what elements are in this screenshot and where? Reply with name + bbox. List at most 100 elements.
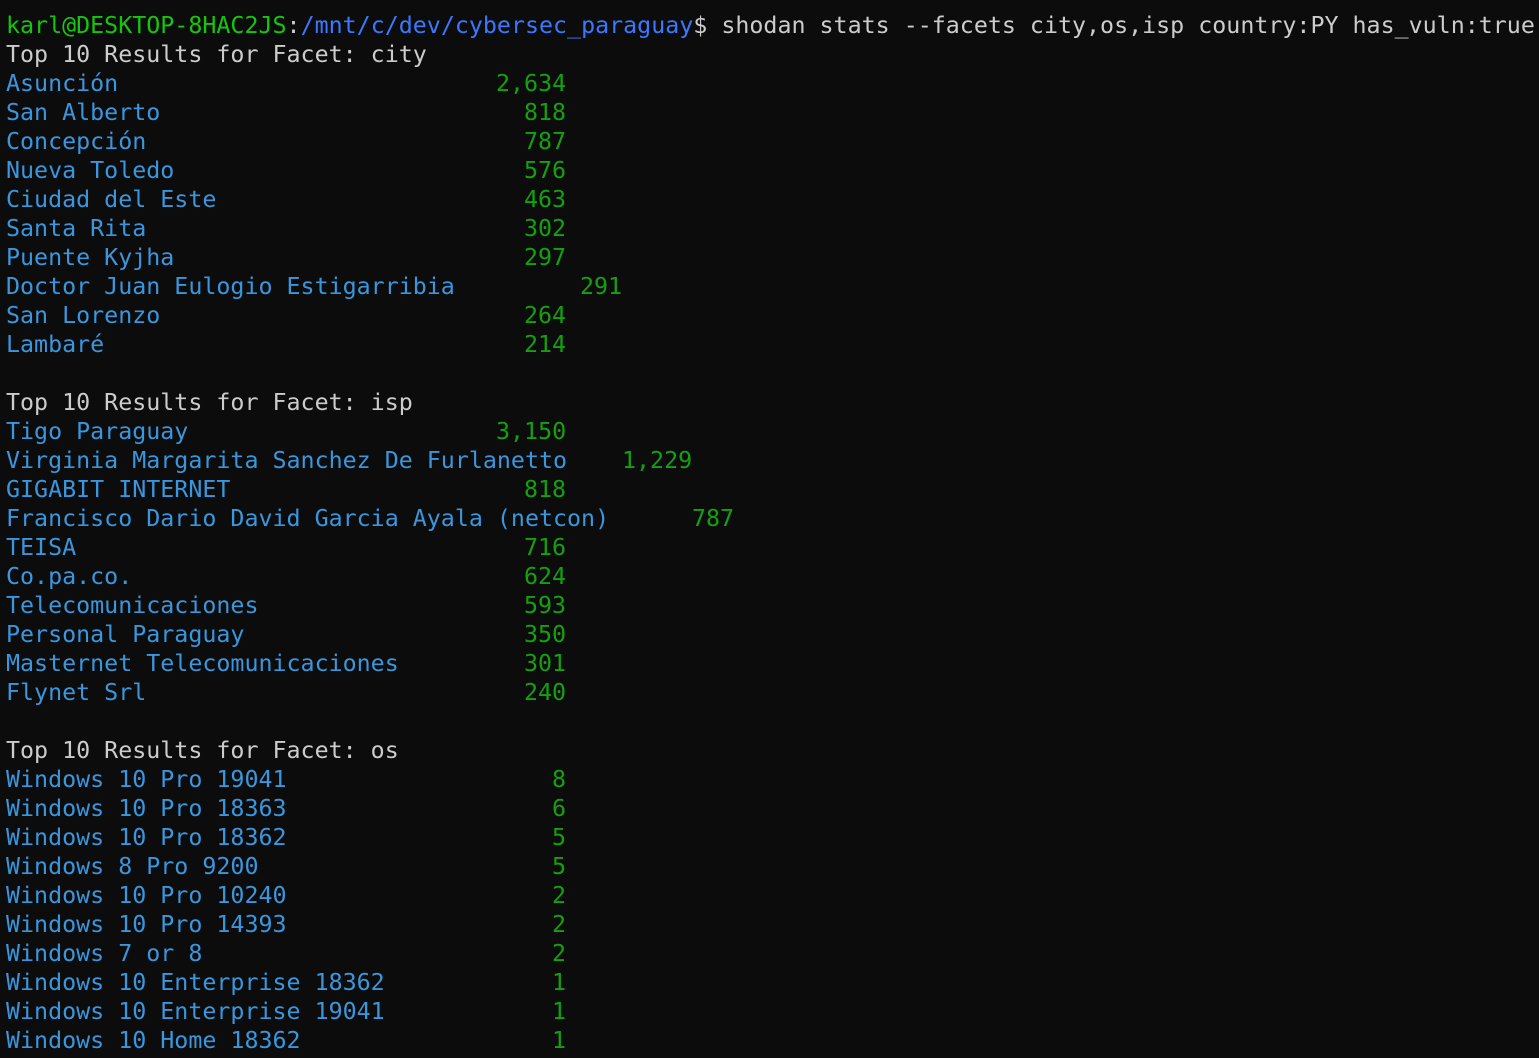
facet-row: Windows 10 Pro 18362 5 bbox=[6, 823, 1536, 852]
facet-row: Ciudad del Este 463 bbox=[6, 185, 1536, 214]
facet-key: Puente Kyjha bbox=[6, 244, 175, 271]
facet-value: 302 bbox=[524, 215, 567, 242]
prompt-separator: : bbox=[286, 12, 301, 39]
facet-row: GIGABIT INTERNET 818 bbox=[6, 475, 1536, 504]
facet-key: Nueva Toledo bbox=[6, 157, 175, 184]
facet-value: 576 bbox=[524, 157, 567, 184]
facet-row: Asunción 2,634 bbox=[6, 69, 1536, 98]
facet-value: 6 bbox=[552, 795, 567, 822]
facet-value: 1 bbox=[552, 1027, 567, 1054]
facet-value: 264 bbox=[524, 302, 567, 329]
facet-value: 291 bbox=[580, 273, 623, 300]
facet-row: Francisco Dario David Garcia Ayala (netc… bbox=[6, 504, 1536, 533]
facet-value: 787 bbox=[692, 505, 735, 532]
facet-value: 2,634 bbox=[496, 70, 567, 97]
facet-value: 1 bbox=[552, 998, 567, 1025]
facet-row: Santa Rita 302 bbox=[6, 214, 1536, 243]
facet-value: 2 bbox=[552, 911, 567, 938]
facet-key: Windows 10 Pro 18362 bbox=[6, 824, 287, 851]
facet-row: Windows 10 Enterprise 19041 1 bbox=[6, 997, 1536, 1026]
facet-row: Masternet Telecomunicaciones 301 bbox=[6, 649, 1536, 678]
facet-value: 818 bbox=[524, 99, 567, 126]
facet-key: Personal Paraguay bbox=[6, 621, 245, 648]
facet-row: Nueva Toledo 576 bbox=[6, 156, 1536, 185]
facet-key: Co.pa.co. bbox=[6, 563, 133, 590]
facet-row: Windows 10 Home 18362 1 bbox=[6, 1026, 1536, 1055]
facet-value: 1,229 bbox=[622, 447, 693, 474]
facet-key: Tigo Paraguay bbox=[6, 418, 189, 445]
facet-key: Masternet Telecomunicaciones bbox=[6, 650, 399, 677]
facet-key: Doctor Juan Eulogio Estigarribia bbox=[6, 273, 455, 300]
facet-key: GIGABIT INTERNET bbox=[6, 476, 231, 503]
facet-row: San Lorenzo 264 bbox=[6, 301, 1536, 330]
facet-row: Doctor Juan Eulogio Estigarribia 291 bbox=[6, 272, 1536, 301]
prompt-line: karl@DESKTOP-8HAC2JS:/mnt/c/dev/cybersec… bbox=[6, 11, 1536, 40]
facet-key: Telecomunicaciones bbox=[6, 592, 259, 619]
facet-value: 787 bbox=[524, 128, 567, 155]
prompt-path: /mnt/c/dev/cybersec_paraguay bbox=[300, 12, 694, 39]
facet-row: Co.pa.co. 624 bbox=[6, 562, 1536, 591]
facet-row: Virginia Margarita Sanchez De Furlanetto… bbox=[6, 446, 1536, 475]
facet-key: Windows 10 Pro 14393 bbox=[6, 911, 287, 938]
facet-key: Windows 10 Enterprise 19041 bbox=[6, 998, 385, 1025]
facet-key: Francisco Dario David Garcia Ayala (netc… bbox=[6, 505, 610, 532]
facet-key: Windows 7 or 8 bbox=[6, 940, 203, 967]
facet-value: 2 bbox=[552, 882, 567, 909]
facet-row: Windows 10 Pro 18363 6 bbox=[6, 794, 1536, 823]
facet-row: Windows 8 Pro 9200 5 bbox=[6, 852, 1536, 881]
facet-value: 818 bbox=[524, 476, 567, 503]
facet-value: 5 bbox=[552, 824, 567, 851]
facet-value: 624 bbox=[524, 563, 567, 590]
facet-value: 8 bbox=[552, 766, 567, 793]
facet-key: Flynet Srl bbox=[6, 679, 147, 706]
facet-key: Lambaré bbox=[6, 331, 105, 358]
facet-row: Tigo Paraguay 3,150 bbox=[6, 417, 1536, 446]
facet-value: 2 bbox=[552, 940, 567, 967]
facet-value: 240 bbox=[524, 679, 567, 706]
facet-key: Windows 10 Enterprise 18362 bbox=[6, 969, 385, 996]
command-text: shodan stats --facets city,os,isp countr… bbox=[707, 12, 1535, 39]
facet-row: Lambaré 214 bbox=[6, 330, 1536, 359]
facet-value: 3,150 bbox=[496, 418, 567, 445]
facet-value: 350 bbox=[524, 621, 567, 648]
command-output: Top 10 Results for Facet: city Asunción 2,… bbox=[6, 40, 1536, 1055]
prompt-user-host: karl@DESKTOP-8HAC2JS bbox=[6, 12, 287, 39]
facet-key: Ciudad del Este bbox=[6, 186, 217, 213]
facet-header: Top 10 Results for Facet: city bbox=[6, 41, 427, 68]
facet-key: Windows 10 Pro 18363 bbox=[6, 795, 287, 822]
facet-key: Windows 10 Home 18362 bbox=[6, 1027, 301, 1054]
facet-row: Windows 10 Pro 19041 8 bbox=[6, 765, 1536, 794]
facet-key: San Lorenzo bbox=[6, 302, 161, 329]
facet-row: Puente Kyjha 297 bbox=[6, 243, 1536, 272]
facet-key: Windows 10 Pro 19041 bbox=[6, 766, 287, 793]
facet-key: Asunción bbox=[6, 70, 119, 97]
facet-key: San Alberto bbox=[6, 99, 161, 126]
facet-row: Telecomunicaciones 593 bbox=[6, 591, 1536, 620]
facet-key: Virginia Margarita Sanchez De Furlanetto bbox=[6, 447, 568, 474]
facet-value: 5 bbox=[552, 853, 567, 880]
facet-value: 301 bbox=[524, 650, 567, 677]
facet-value: 214 bbox=[524, 331, 567, 358]
facet-value: 716 bbox=[524, 534, 567, 561]
facet-value: 297 bbox=[524, 244, 567, 271]
facet-row: Windows 10 Enterprise 18362 1 bbox=[6, 968, 1536, 997]
facet-value: 1 bbox=[552, 969, 567, 996]
facet-row: Windows 7 or 8 2 bbox=[6, 939, 1536, 968]
facet-header: Top 10 Results for Facet: os bbox=[6, 737, 399, 764]
facet-row: TEISA 716 bbox=[6, 533, 1536, 562]
facet-key: Santa Rita bbox=[6, 215, 147, 242]
facet-row: San Alberto 818 bbox=[6, 98, 1536, 127]
prompt-symbol: $ bbox=[693, 12, 708, 39]
facet-value: 593 bbox=[524, 592, 567, 619]
facet-row: Personal Paraguay 350 bbox=[6, 620, 1536, 649]
facet-key: TEISA bbox=[6, 534, 77, 561]
facet-header: Top 10 Results for Facet: isp bbox=[6, 389, 413, 416]
facet-row: Concepción 787 bbox=[6, 127, 1536, 156]
facet-row: Windows 10 Pro 14393 2 bbox=[6, 910, 1536, 939]
facet-key: Windows 10 Pro 10240 bbox=[6, 882, 287, 909]
facet-value: 463 bbox=[524, 186, 567, 213]
terminal-window[interactable]: karl@DESKTOP-8HAC2JS:/mnt/c/dev/cybersec… bbox=[6, 11, 1536, 1055]
facet-row: Windows 10 Pro 10240 2 bbox=[6, 881, 1536, 910]
